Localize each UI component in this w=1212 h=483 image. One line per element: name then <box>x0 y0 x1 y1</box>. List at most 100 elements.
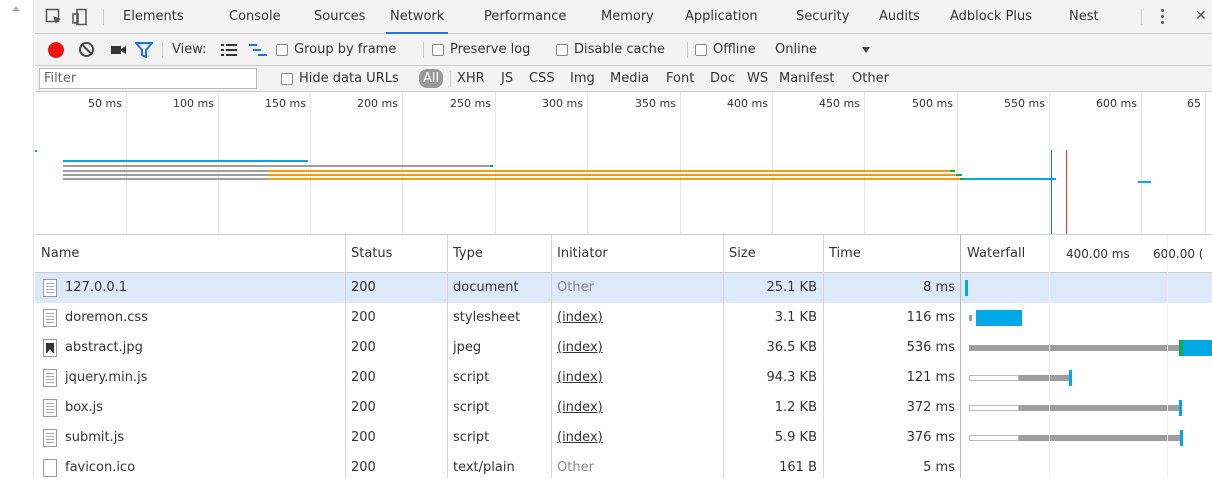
overview-request-bar <box>950 170 955 172</box>
load-event-line <box>1066 150 1067 234</box>
device-toolbar-icon[interactable] <box>72 8 90 26</box>
filter-type-other[interactable]: Other <box>852 66 889 92</box>
request-initiator[interactable]: (index) <box>557 393 723 423</box>
request-initiator[interactable]: (index) <box>557 363 723 393</box>
overview-request-bar <box>63 178 268 180</box>
overview-waterfall-icon[interactable] <box>249 43 267 57</box>
tab-memory[interactable]: Memory <box>601 0 654 34</box>
blank-file-icon <box>43 459 57 477</box>
tab-sources[interactable]: Sources <box>314 0 365 34</box>
disable-cache-checkbox[interactable] <box>556 44 568 56</box>
filter-type-xhr[interactable]: XHR <box>457 66 485 92</box>
waterfall-bar <box>1180 430 1183 446</box>
separator <box>687 42 688 58</box>
request-status: 200 <box>351 280 376 295</box>
tab-performance[interactable]: Performance <box>484 0 566 34</box>
tab-network[interactable]: Network <box>386 0 449 34</box>
tab-nest[interactable]: Nest <box>1069 0 1099 34</box>
preserve-log-checkbox[interactable] <box>432 44 444 56</box>
table-row[interactable]: doremon.css 200 stylesheet (index) 3.1 KB 116… <box>35 303 1212 333</box>
table-row[interactable]: box.js 200 script (index) 1.2 KB 372 ms <box>35 393 1212 423</box>
waterfall-bar <box>1019 405 1179 411</box>
filter-input[interactable] <box>39 68 257 89</box>
column-name[interactable]: Name <box>35 235 345 273</box>
request-size: 3.1 KB <box>774 310 817 325</box>
column-time[interactable]: Time <box>823 235 961 273</box>
record-icon[interactable] <box>48 42 64 58</box>
filter-type-img[interactable]: Img <box>570 66 595 92</box>
group-by-frame-checkbox[interactable] <box>276 44 288 56</box>
clear-icon[interactable] <box>79 42 94 57</box>
overview-request-bar <box>490 165 493 167</box>
request-time: 376 ms <box>906 430 955 445</box>
waterfall-bar <box>1183 340 1212 356</box>
tab-console[interactable]: Console <box>229 0 281 34</box>
offline-checkbox[interactable] <box>695 44 707 56</box>
request-name: submit.js <box>65 430 125 445</box>
request-status: 200 <box>351 400 376 415</box>
filter-type-all[interactable]: All <box>419 69 444 88</box>
filter-type-css[interactable]: CSS <box>529 66 555 92</box>
filter-type-js[interactable]: JS <box>501 66 513 92</box>
request-time: 8 ms <box>923 280 955 295</box>
overview-request-bar <box>35 150 37 152</box>
request-initiator[interactable]: (index) <box>557 303 723 333</box>
column-type[interactable]: Type <box>447 235 551 273</box>
tab-audits[interactable]: Audits <box>879 0 920 34</box>
filter-type-ws[interactable]: WS <box>747 66 768 92</box>
more-options-icon[interactable] <box>1161 9 1165 25</box>
overview-request-bar <box>63 165 493 167</box>
tab-security[interactable]: Security <box>796 0 849 34</box>
close-icon[interactable]: ✕ <box>1195 8 1207 24</box>
scroll-up-icon[interactable] <box>12 6 20 11</box>
filter-type-doc[interactable]: Doc <box>710 66 735 92</box>
request-size: 94.3 KB <box>766 370 817 385</box>
overview-gridline <box>1141 92 1142 234</box>
overview-tick-label: 200 ms <box>357 97 398 110</box>
overview-tick-label: 600 ms <box>1096 97 1137 110</box>
table-row[interactable]: submit.js 200 script (index) 5.9 KB 376 ms <box>35 423 1212 453</box>
overview-request-bar <box>63 160 308 162</box>
column-divider <box>345 235 346 478</box>
separator <box>450 71 451 87</box>
filter-type-media[interactable]: Media <box>610 66 649 92</box>
tab-adblock-plus[interactable]: Adblock Plus <box>950 0 1032 34</box>
tab-application[interactable]: Application <box>685 0 758 34</box>
throttling-select[interactable]: Online <box>775 34 817 66</box>
left-scroll-gutter[interactable] <box>0 0 34 478</box>
overview-tick-label: 50 ms <box>88 97 122 110</box>
overview-tick-label: 550 ms <box>1004 97 1045 110</box>
request-status: 200 <box>351 310 376 325</box>
hide-data-urls-checkbox[interactable] <box>281 73 293 85</box>
column-initiator[interactable]: Initiator <box>551 235 723 273</box>
request-name: abstract.jpg <box>65 340 143 355</box>
column-divider <box>723 235 724 478</box>
request-status: 200 <box>351 460 376 475</box>
filter-icon[interactable] <box>135 42 153 58</box>
large-request-rows-icon[interactable] <box>221 43 237 57</box>
waterfall-tick: 600.00 ( <box>1153 247 1204 261</box>
chevron-down-icon[interactable] <box>862 47 870 53</box>
waterfall-cell <box>961 393 1212 423</box>
tab-elements[interactable]: Elements <box>123 0 184 34</box>
overview-tick-label: 400 ms <box>727 97 768 110</box>
table-row[interactable]: favicon.ico 200 text/plain Other 161 B 5 ms <box>35 453 1212 483</box>
capture-screenshots-icon[interactable] <box>111 45 127 55</box>
request-initiator[interactable]: (index) <box>557 333 723 363</box>
devtools-panel: Elements Console Sources Network Perform… <box>35 0 1212 478</box>
filter-type-font[interactable]: Font <box>666 66 694 92</box>
column-size[interactable]: Size <box>723 235 823 273</box>
request-name: favicon.ico <box>65 460 136 475</box>
overview-request-bar <box>268 174 956 176</box>
table-row[interactable]: abstract.jpg 200 jpeg (index) 36.5 KB 536 ms <box>35 333 1212 363</box>
waterfall-bar <box>969 405 1019 411</box>
filter-type-manifest[interactable]: Manifest <box>779 66 834 92</box>
column-waterfall[interactable]: Waterfall <box>961 235 1049 273</box>
column-status[interactable]: Status <box>345 235 447 273</box>
waterfall-bar <box>965 280 968 296</box>
table-row[interactable]: jquery.min.js 200 script (index) 94.3 KB 121 … <box>35 363 1212 393</box>
request-initiator[interactable]: (index) <box>557 423 723 453</box>
inspect-element-icon[interactable] <box>45 8 63 26</box>
network-overview[interactable]: 50 ms 100 ms 150 ms 200 ms 250 ms 300 ms 350 m… <box>35 92 1212 235</box>
table-row[interactable]: 127.0.0.1 200 document Other 25.1 KB 8 ms <box>35 273 1212 303</box>
